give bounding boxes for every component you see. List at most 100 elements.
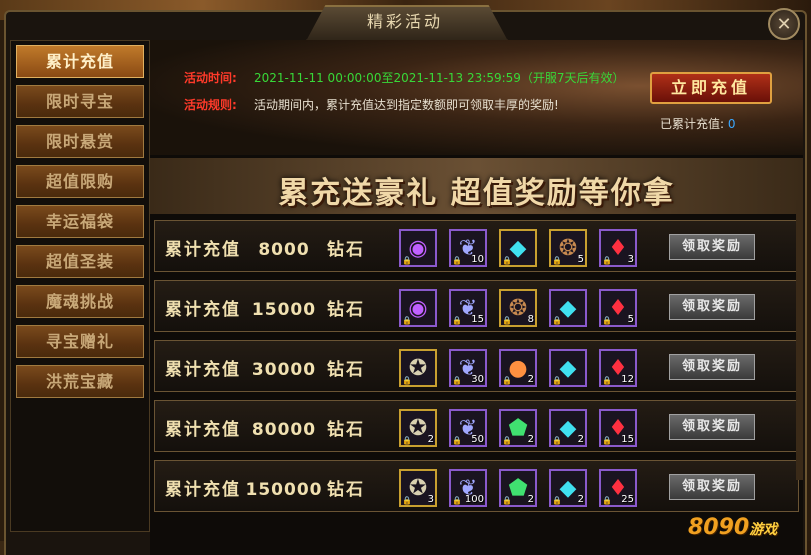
tier-prefix: 累计充值 xyxy=(165,420,241,440)
sidebar-item-lucky-bag[interactable]: 幸运福袋 xyxy=(16,205,144,238)
cyan-gem-icon[interactable]: ◆ 🔒 2 xyxy=(549,409,587,447)
item-count: 2 xyxy=(577,434,584,445)
tier-amount: 80000 xyxy=(251,420,317,440)
item-count: 10 xyxy=(471,254,484,265)
item-count: 2 xyxy=(527,374,534,385)
tier-prefix: 累计充值 xyxy=(165,300,241,320)
close-icon[interactable]: ✕ xyxy=(768,8,800,40)
green-gem-icon[interactable]: ⬟ 🔒 2 xyxy=(499,409,537,447)
lock-icon: 🔒 xyxy=(502,316,512,325)
sidebar-item-primal-treasure[interactable]: 洪荒宝藏 xyxy=(16,365,144,398)
lock-icon: 🔒 xyxy=(452,316,462,325)
lock-icon: 🔒 xyxy=(452,256,462,265)
red-crystal-icon[interactable]: ♦ 🔒 12 xyxy=(599,349,637,387)
lock-icon: 🔒 xyxy=(602,316,612,325)
claim-reward-button[interactable]: 领取奖励 xyxy=(669,234,755,260)
lock-icon: 🔒 xyxy=(502,256,512,265)
rule-label: 活动规则: xyxy=(184,98,237,112)
cyan-gem-icon[interactable]: ◆ 🔒 xyxy=(499,229,537,267)
item-count: 3 xyxy=(627,254,634,265)
claim-reward-button[interactable]: 领取奖励 xyxy=(669,474,755,500)
feather-icon[interactable]: ❦ 🔒 10 xyxy=(449,229,487,267)
red-crystal-icon[interactable]: ♦ 🔒 5 xyxy=(599,289,637,327)
bronze-medal-icon[interactable]: ❂ 🔒 8 xyxy=(499,289,537,327)
purple-orb-icon[interactable]: ◉ 🔒 xyxy=(399,229,437,267)
lock-icon: 🔒 xyxy=(552,436,562,445)
feather-icon[interactable]: ❦ 🔒 30 xyxy=(449,349,487,387)
silver-compass-icon[interactable]: ✪ 🔒 3 xyxy=(399,469,437,507)
claim-reward-button[interactable]: 领取奖励 xyxy=(669,414,755,440)
scrollbar[interactable] xyxy=(796,200,803,480)
sidebar-item-treasure-gift[interactable]: 寻宝赠礼 xyxy=(16,325,144,358)
lock-icon: 🔒 xyxy=(602,496,612,505)
recharge-now-button[interactable]: 立即充值 xyxy=(650,72,772,104)
lock-icon: 🔒 xyxy=(552,376,562,385)
red-crystal-icon[interactable]: ♦ 🔒 25 xyxy=(599,469,637,507)
lock-icon: 🔒 xyxy=(402,316,412,325)
tier-prefix: 累计充值 xyxy=(165,360,241,380)
reward-tier-row: 累计充值 150000 钻石 ✪ 🔒 3 ❦ 🔒 100 ⬟ 🔒 2 ◆ 🔒 2 ♦ 🔒 25 领取奖励 xyxy=(154,460,799,512)
tier-unit: 钻石 xyxy=(327,480,365,500)
cyan-gem-icon[interactable]: ◆ 🔒 xyxy=(549,289,587,327)
watermark-logo: 8090游戏 xyxy=(688,515,777,540)
item-count: 2 xyxy=(527,494,534,505)
red-crystal-icon[interactable]: ♦ 🔒 15 xyxy=(599,409,637,447)
item-count: 3 xyxy=(427,494,434,505)
silver-compass-icon[interactable]: ✪ 🔒 2 xyxy=(399,409,437,447)
rainbow-orb-icon[interactable]: ● 🔒 2 xyxy=(499,349,537,387)
feather-icon[interactable]: ❦ 🔒 15 xyxy=(449,289,487,327)
time-value: 2021-11-11 00:00:00至2021-11-13 23:59:59（… xyxy=(254,71,625,85)
lock-icon: 🔒 xyxy=(552,496,562,505)
item-count: 100 xyxy=(464,494,484,505)
lock-icon: 🔒 xyxy=(452,436,462,445)
tier-amount: 30000 xyxy=(251,360,317,380)
watermark-brand: 8090 xyxy=(688,515,750,540)
item-count: 50 xyxy=(471,434,484,445)
lock-icon: 🔒 xyxy=(502,436,512,445)
main-panel: 活动时间: 2021-11-11 00:00:00至2021-11-13 23:… xyxy=(150,40,803,555)
item-count: 15 xyxy=(621,434,634,445)
accumulated-value: 0 xyxy=(727,117,736,131)
bronze-medal-icon[interactable]: ❂ 🔒 5 xyxy=(549,229,587,267)
sidebar-item-value-purchase[interactable]: 超值限购 xyxy=(16,165,144,198)
tier-label: 累计充值 8000 钻石 xyxy=(165,235,365,260)
item-count: 8 xyxy=(527,314,534,325)
tier-unit: 钻石 xyxy=(327,300,365,320)
reward-tier-row: 累计充值 80000 钻石 ✪ 🔒 2 ❦ 🔒 50 ⬟ 🔒 2 ◆ 🔒 2 ♦ 🔒 15 领取奖励 xyxy=(154,400,799,452)
reward-tier-row: 累计充值 8000 钻石 ◉ 🔒 ❦ 🔒 10 ◆ 🔒 ❂ 🔒 5 ♦ 🔒 3 领取奖励 xyxy=(154,220,799,272)
tier-unit: 钻石 xyxy=(327,240,365,260)
sidebar-item-cumulative-recharge[interactable]: 累计充值 xyxy=(16,45,144,78)
tier-label: 累计充值 80000 钻石 xyxy=(165,415,365,440)
item-count: 12 xyxy=(621,374,634,385)
lock-icon: 🔒 xyxy=(502,376,512,385)
lock-icon: 🔒 xyxy=(452,496,462,505)
silver-compass-icon[interactable]: ✪ 🔒 xyxy=(399,349,437,387)
sidebar-item-limited-bounty[interactable]: 限时悬赏 xyxy=(16,125,144,158)
tier-unit: 钻石 xyxy=(327,420,365,440)
reward-tier-row: 累计充值 30000 钻石 ✪ 🔒 ❦ 🔒 30 ● 🔒 2 ◆ 🔒 ♦ 🔒 12 领取奖励 xyxy=(154,340,799,392)
lock-icon: 🔒 xyxy=(602,376,612,385)
item-count: 30 xyxy=(471,374,484,385)
sidebar-item-holy-gear[interactable]: 超值圣装 xyxy=(16,245,144,278)
green-gem-icon[interactable]: ⬟ 🔒 2 xyxy=(499,469,537,507)
item-count: 2 xyxy=(577,494,584,505)
accumulated-label: 已累计充值: xyxy=(660,117,725,131)
sidebar-item-soul-challenge[interactable]: 魔魂挑战 xyxy=(16,285,144,318)
claim-reward-button[interactable]: 领取奖励 xyxy=(669,294,755,320)
lock-icon: 🔒 xyxy=(402,256,412,265)
feather-icon[interactable]: ❦ 🔒 50 xyxy=(449,409,487,447)
feather-icon[interactable]: ❦ 🔒 100 xyxy=(449,469,487,507)
cyan-gem-icon[interactable]: ◆ 🔒 xyxy=(549,349,587,387)
lock-icon: 🔒 xyxy=(502,496,512,505)
red-crystal-icon[interactable]: ♦ 🔒 3 xyxy=(599,229,637,267)
item-count: 2 xyxy=(427,434,434,445)
claim-reward-button[interactable]: 领取奖励 xyxy=(669,354,755,380)
tier-prefix: 累计充值 xyxy=(165,240,241,260)
sidebar-item-limited-treasure[interactable]: 限时寻宝 xyxy=(16,85,144,118)
tier-prefix: 累计充值 xyxy=(165,480,241,500)
lock-icon: 🔒 xyxy=(602,256,612,265)
purple-orb-icon[interactable]: ◉ 🔒 xyxy=(399,289,437,327)
cyan-gem-icon[interactable]: ◆ 🔒 2 xyxy=(549,469,587,507)
accumulated-recharge: 已累计充值: 0 xyxy=(660,115,736,132)
lock-icon: 🔒 xyxy=(602,436,612,445)
